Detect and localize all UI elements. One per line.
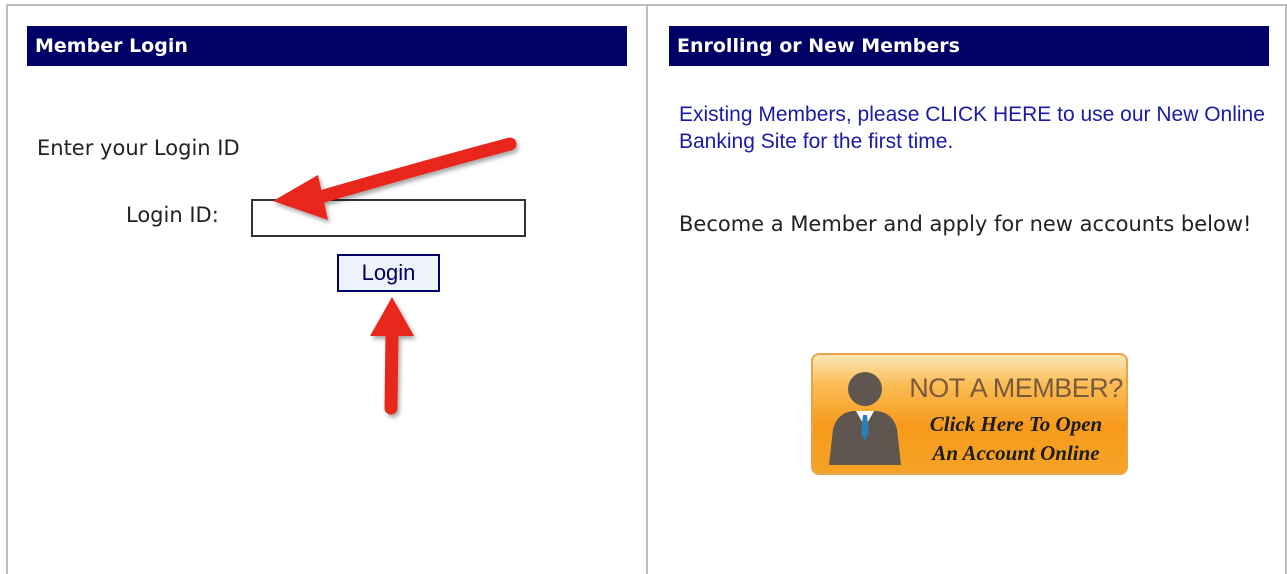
member-login-header: Member Login	[27, 26, 627, 66]
not-a-member-button[interactable]: NOT A MEMBER? Click Here To Open An Acco…	[811, 353, 1128, 475]
become-member-text: Become a Member and apply for new accoun…	[679, 212, 1252, 236]
cta-title: NOT A MEMBER?	[909, 373, 1123, 403]
login-prompt: Enter your Login ID	[37, 136, 240, 160]
left-panel	[6, 4, 648, 574]
person-icon	[829, 372, 901, 465]
existing-members-link[interactable]: Existing Members, please CLICK HERE to u…	[679, 101, 1269, 155]
cta-subtitle-2: An Account Online	[932, 441, 1100, 465]
login-id-input[interactable]	[251, 199, 526, 237]
cta-subtitle-1: Click Here To Open	[929, 412, 1103, 436]
login-button[interactable]: Login	[337, 254, 440, 292]
right-panel	[648, 4, 1287, 574]
enrolling-header: Enrolling or New Members	[669, 26, 1269, 66]
login-id-label: Login ID:	[126, 203, 219, 227]
